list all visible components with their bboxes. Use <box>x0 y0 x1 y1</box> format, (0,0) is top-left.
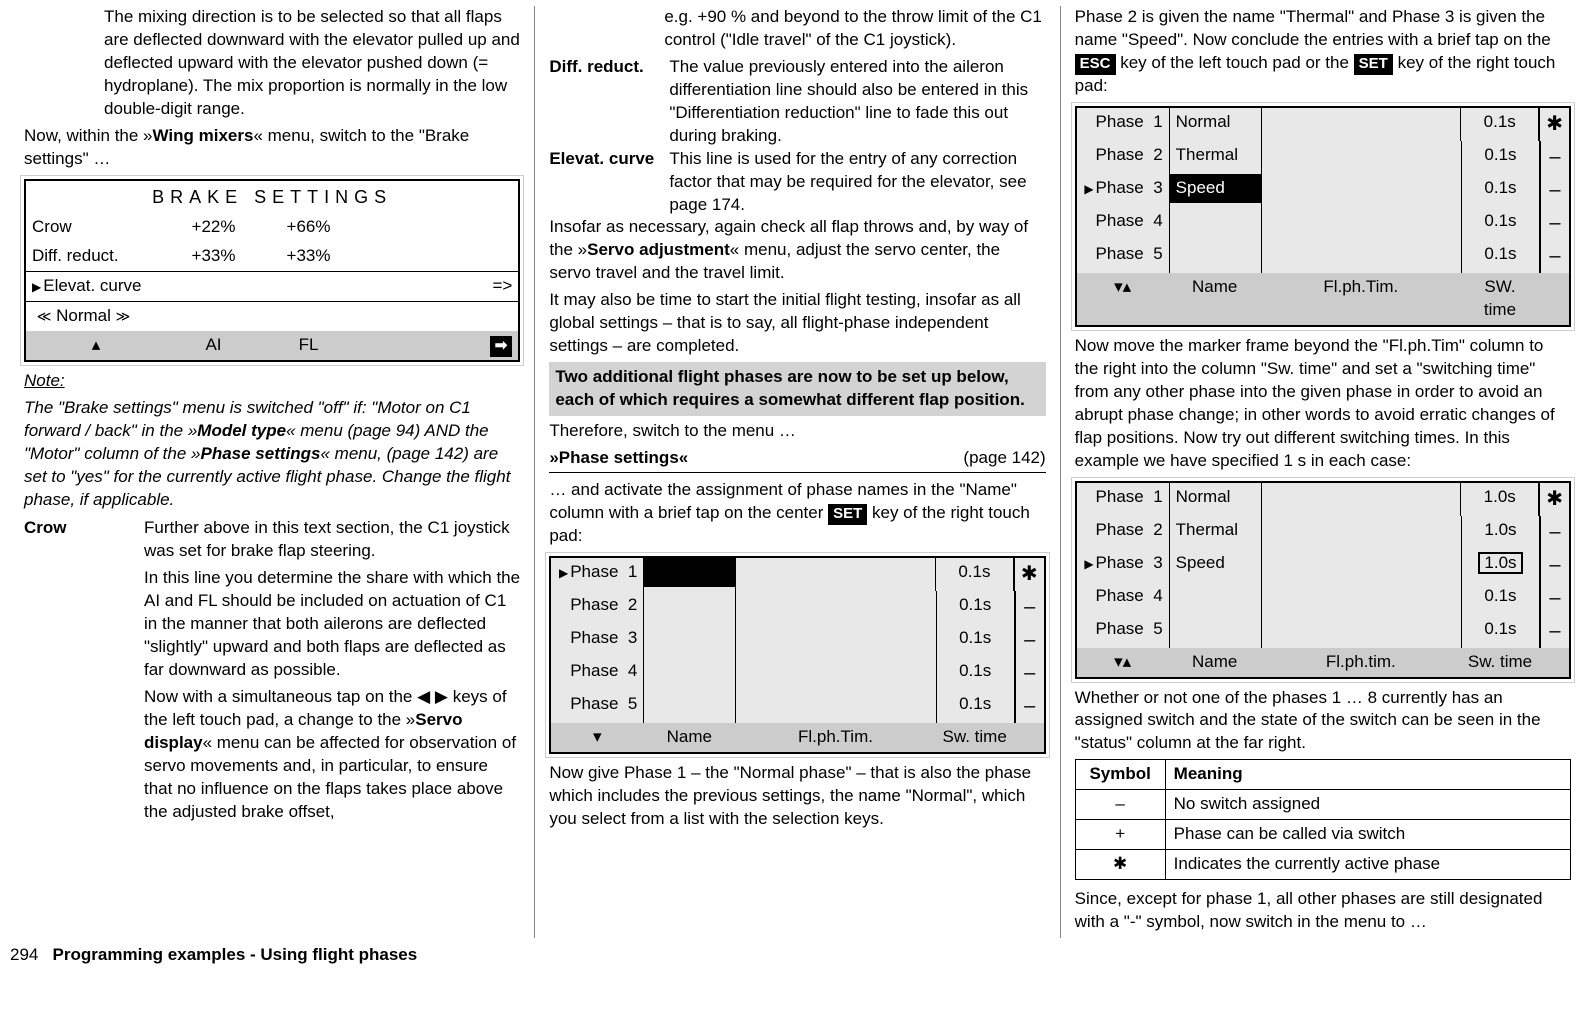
brake-row-crow: Crow +22% +66% <box>26 213 518 242</box>
right-arrow-key-icon: ➡ <box>490 336 513 357</box>
esc-key: ESC <box>1075 54 1116 75</box>
highlight-band: Two additional flight phases are now to … <box>549 362 1045 416</box>
phase-table-footer: ▾▴NameFl.ph.tim.Sw. time <box>1077 648 1569 677</box>
down-up-arrow-icon: ▾▴ <box>1114 652 1131 671</box>
elevat-curve-block: Elevat. curve This line is used for the … <box>549 148 1045 217</box>
symbol-row: ✱Indicates the currently active phase <box>1075 850 1570 880</box>
switching-time-text: Now move the marker frame beyond the "Fl… <box>1075 335 1571 473</box>
phase-row: Phase 1 0.1s✱ <box>551 558 1043 591</box>
phase-row: Phase 1Normal 1.0s✱ <box>1077 483 1569 516</box>
phase-row: Phase 4 0.1s– <box>1077 582 1569 615</box>
select-arrow-icon <box>559 562 570 581</box>
select-arrow-icon <box>32 276 43 295</box>
symbol-meaning-table: SymbolMeaning –No switch assigned+Phase … <box>1075 759 1571 880</box>
symbol-row: +Phase can be called via switch <box>1075 820 1570 850</box>
crow-p2: In this line you determine the share wit… <box>144 567 520 682</box>
down-up-arrow-icon: ▾▴ <box>1114 277 1131 296</box>
phase-naming-text: Phase 2 is given the name "Thermal" and … <box>1075 6 1571 98</box>
phase-row: Phase 4 0.1s– <box>551 657 1043 690</box>
phase-row: Phase 5 0.1s– <box>551 690 1043 723</box>
note-header: Note: <box>24 370 520 393</box>
up-arrow-icon: ▴ <box>92 335 101 354</box>
phase-row: Phase 1Normal 0.1s✱ <box>1077 108 1569 141</box>
set-key-2: SET <box>1354 54 1393 75</box>
brake-footer: ▴ AI FL ➡ <box>26 331 518 360</box>
crow-p1: Further above in this text section, the … <box>144 517 520 563</box>
phase-row: Phase 5 0.1s– <box>1077 240 1569 273</box>
therefore-text: Therefore, switch to the menu … <box>549 420 1045 443</box>
column-2: e.g. +90 % and beyond to the throw limit… <box>535 6 1060 938</box>
down-up-arrow-icon: ▾ <box>593 727 602 746</box>
crow-p3: Now with a simultaneous tap on the ◀ ▶ k… <box>144 686 520 824</box>
phase-table-blank: Phase 1 0.1s✱Phase 2 0.1s–Phase 3 0.1s–P… <box>549 556 1045 754</box>
phase-table-footer: ▾NameFl.ph.Tim.Sw. time <box>551 723 1043 752</box>
switch-menu-text: Since, except for phase 1, all other pha… <box>1075 888 1571 934</box>
phase-row: Phase 2 0.1s– <box>551 591 1043 624</box>
wing-mixers-lead: Now, within the »Wing mixers« menu, swit… <box>24 125 520 171</box>
servo-adjust-text: Insofar as necessary, again check all fl… <box>549 216 1045 285</box>
brake-settings-table: BRAKE SETTINGS Crow +22% +66% Diff. redu… <box>24 179 520 362</box>
page-footer: 294 Programming examples - Using flight … <box>10 938 1585 967</box>
phase-table-footer: ▾▴NameFl.ph.Tim.SW. time <box>1077 273 1569 325</box>
column-3: Phase 2 is given the name "Thermal" and … <box>1061 6 1585 938</box>
select-arrow-icon <box>1084 553 1095 572</box>
phase-settings-menu-line: »Phase settings« (page 142) <box>549 447 1045 473</box>
flight-testing-text: It may also be time to start the initial… <box>549 289 1045 358</box>
phase-row: Phase 2Thermal 0.1s– <box>1077 141 1569 174</box>
status-column-text: Whether or not one of the phases 1 … 8 c… <box>1075 687 1571 756</box>
brake-normal-row: ≪ Normal ≫ <box>26 302 518 331</box>
phase-table-swtime: Phase 1Normal 1.0s✱Phase 2Thermal 1.0s–P… <box>1075 481 1571 679</box>
select-arrow-icon <box>1084 178 1095 197</box>
phase-table-named: Phase 1Normal 0.1s✱Phase 2Thermal 0.1s–P… <box>1075 106 1571 327</box>
give-phase1-text: Now give Phase 1 – the "Normal phase" – … <box>549 762 1045 831</box>
brake-settings-title: BRAKE SETTINGS <box>26 181 518 213</box>
phase-row: Phase 4 0.1s– <box>1077 207 1569 240</box>
phase-row: Phase 2Thermal 1.0s– <box>1077 516 1569 549</box>
activate-names-text: … and activate the assignment of phase n… <box>549 479 1045 548</box>
set-key: SET <box>828 504 867 525</box>
diff-reduct-block: Diff. reduct. The value previously enter… <box>549 56 1045 148</box>
chevrons-left-icon: ≪ <box>37 308 52 324</box>
phase-row: Phase 3Speed 0.1s– <box>1077 174 1569 207</box>
brake-elevat-row: Elevat. curve => <box>26 271 518 302</box>
phase-row: Phase 3 0.1s– <box>551 624 1043 657</box>
column-1: The mixing direction is to be selected s… <box>10 6 535 938</box>
phase-row: Phase 3Speed 1.0s– <box>1077 549 1569 582</box>
idle-travel-text: e.g. +90 % and beyond to the throw limit… <box>664 6 1045 52</box>
note-body: The "Brake settings" menu is switched "o… <box>24 397 520 512</box>
brake-row-diff: Diff. reduct. +33% +33% <box>26 242 518 271</box>
symbol-row: –No switch assigned <box>1075 790 1570 820</box>
mixing-direction-text: The mixing direction is to be selected s… <box>104 6 520 121</box>
phase-row: Phase 5 0.1s– <box>1077 615 1569 648</box>
chevrons-right-icon: ≫ <box>116 308 131 324</box>
crow-block: Crow Further above in this text section,… <box>24 517 520 827</box>
